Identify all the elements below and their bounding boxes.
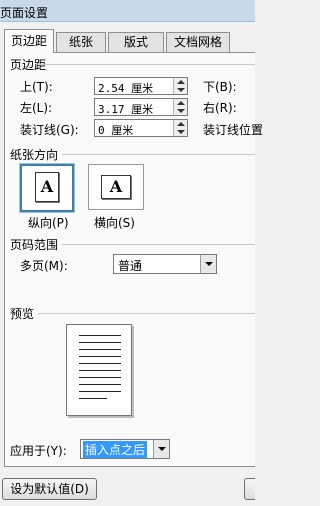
multiple-pages-value: 普通 (118, 259, 143, 273)
preview-group-label: 预览 (10, 307, 35, 321)
title-bar[interactable]: 页面设置 (0, 0, 255, 22)
preview-line (79, 398, 107, 399)
spin-up-icon[interactable] (177, 101, 185, 105)
portrait-page-icon: A (35, 172, 59, 202)
apply-to-select[interactable]: 插入点之后 (80, 439, 170, 459)
top-margin-spinner[interactable]: 2.54 厘米 (94, 77, 188, 95)
preview-line (79, 335, 121, 336)
orientation-group-label: 纸张方向 (10, 148, 59, 162)
divider (38, 313, 255, 314)
gutter-spin-buttons[interactable] (173, 120, 187, 136)
left-margin-value: 3.17 厘米 (98, 103, 154, 116)
top-margin-label: 上(T): (20, 80, 53, 94)
top-margin-value: 2.54 厘米 (98, 82, 154, 95)
dropdown-arrow-icon[interactable] (158, 447, 166, 451)
apply-to-label: 应用于(Y): (10, 444, 67, 458)
gutter-position-label: 装订线位置 (203, 123, 264, 137)
portrait-label[interactable]: 纵向(P) (28, 214, 69, 231)
tab-margins[interactable]: 页边距 (4, 29, 54, 53)
landscape-page-icon: A (101, 175, 131, 199)
portrait-button[interactable]: A (19, 163, 75, 213)
divider (62, 244, 255, 245)
preview-line (79, 370, 121, 371)
preview-line (79, 349, 121, 350)
divider (40, 64, 255, 65)
gutter-spinner[interactable]: 0 厘米 (94, 119, 188, 137)
gutter-value: 0 厘米 (98, 124, 134, 137)
dropdown-button[interactable] (153, 440, 169, 458)
pages-group-label: 页码范围 (10, 238, 59, 252)
tab-document-grid[interactable]: 文档网格 (166, 32, 230, 52)
landscape-label[interactable]: 横向(S) (94, 214, 135, 231)
left-margin-spinner[interactable]: 3.17 厘米 (94, 98, 188, 116)
tab-paper[interactable]: 纸张 (56, 32, 106, 52)
set-as-default-button[interactable]: 设为默认值(D) (2, 478, 97, 500)
top-margin-spin-buttons[interactable] (173, 78, 187, 94)
preview-line (79, 342, 121, 343)
window-title: 页面设置 (0, 6, 49, 20)
multiple-pages-label: 多页(M): (20, 259, 68, 273)
preview-line (79, 363, 121, 364)
multiple-pages-select[interactable]: 普通 (113, 254, 217, 274)
spin-up-icon[interactable] (177, 122, 185, 126)
dropdown-arrow-icon[interactable] (205, 262, 213, 266)
preview-line (79, 391, 121, 392)
left-margin-label: 左(L): (20, 101, 53, 115)
left-margin-spin-buttons[interactable] (173, 99, 187, 115)
preview-line (79, 377, 121, 378)
page-preview-icon (66, 324, 132, 416)
spin-down-icon[interactable] (177, 88, 185, 92)
spin-down-icon[interactable] (177, 130, 185, 134)
dropdown-button[interactable] (200, 255, 216, 273)
gutter-label: 装订线(G): (20, 123, 79, 137)
tab-layout[interactable]: 版式 (108, 32, 164, 52)
ok-button[interactable] (244, 478, 255, 500)
landscape-button[interactable]: A (88, 164, 144, 210)
right-margin-label: 右(R): (203, 101, 237, 115)
preview-line (79, 356, 121, 357)
preview-line (79, 384, 121, 385)
bottom-margin-label: 下(B): (203, 80, 237, 94)
spin-up-icon[interactable] (177, 80, 185, 84)
apply-to-value: 插入点之后 (83, 441, 148, 458)
divider (62, 154, 255, 155)
spin-down-icon[interactable] (177, 109, 185, 113)
